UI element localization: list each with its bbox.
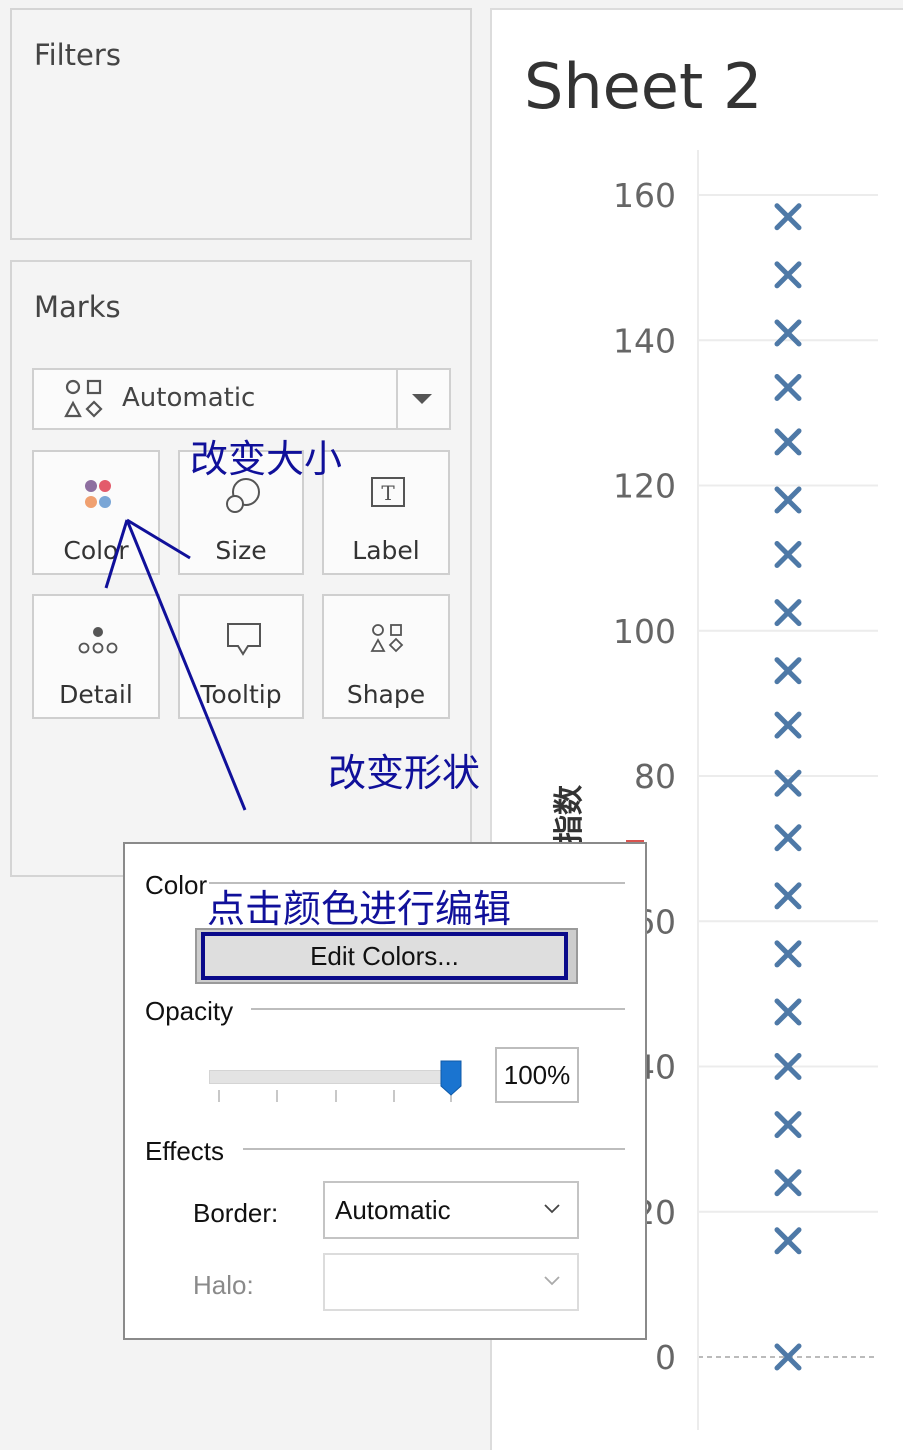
- data-point-x-mark[interactable]: [774, 882, 802, 910]
- slider-tick: [276, 1090, 278, 1102]
- filters-panel: Filters: [10, 8, 472, 240]
- data-point-x-mark[interactable]: [774, 998, 802, 1026]
- color-card-label: Color: [63, 536, 129, 565]
- data-point-x-mark[interactable]: [774, 428, 802, 456]
- y-tick-label: 160: [613, 176, 676, 215]
- detail-dots-icon: [78, 627, 118, 654]
- halo-select: [323, 1253, 579, 1311]
- color-card[interactable]: Color: [32, 450, 160, 575]
- shapes-icon: [64, 379, 103, 418]
- data-point-x-mark[interactable]: [774, 940, 802, 968]
- data-point-x-mark[interactable]: [774, 824, 802, 852]
- label-card-label: Label: [352, 536, 420, 565]
- color-section-label: Color: [145, 870, 208, 900]
- data-marks: [774, 203, 802, 1371]
- effects-divider: [243, 1148, 625, 1150]
- sheet-title: Sheet 2: [524, 50, 763, 123]
- halo-label: Halo:: [193, 1270, 254, 1300]
- chevron-down-icon: [544, 1204, 560, 1214]
- chevron-down-icon: [544, 1276, 560, 1286]
- y-tick-label: 80: [634, 757, 676, 796]
- edit-colors-button[interactable]: Edit Colors...: [195, 928, 578, 984]
- opacity-value-field[interactable]: 100%: [495, 1047, 579, 1103]
- data-point-x-mark[interactable]: [774, 261, 802, 289]
- tooltip-card-label: Tooltip: [200, 680, 282, 709]
- opacity-slider-track[interactable]: [209, 1070, 455, 1084]
- y-tick-label: 100: [613, 612, 676, 651]
- y-tick-label: 120: [613, 467, 676, 506]
- data-point-x-mark[interactable]: [774, 203, 802, 231]
- data-point-x-mark[interactable]: [774, 599, 802, 627]
- slider-tick: [393, 1090, 395, 1102]
- opacity-slider-thumb[interactable]: [440, 1060, 462, 1096]
- detail-card[interactable]: Detail: [32, 594, 160, 719]
- data-point-x-mark[interactable]: [774, 373, 802, 401]
- mark-type-value: Automatic: [122, 383, 256, 413]
- shapes-icon: [370, 624, 404, 653]
- data-point-x-mark[interactable]: [774, 1227, 802, 1255]
- tooltip-bubble-icon: [227, 623, 261, 656]
- shape-card[interactable]: Shape: [322, 594, 450, 719]
- data-point-x-mark[interactable]: [774, 486, 802, 514]
- data-point-x-mark[interactable]: [774, 1169, 802, 1197]
- border-label: Border:: [193, 1198, 279, 1228]
- shape-card-label: Shape: [346, 680, 426, 709]
- dropdown-separator: [396, 370, 398, 428]
- marks-title: Marks: [34, 290, 121, 324]
- opacity-divider: [251, 1008, 625, 1010]
- edit-colors-label: Edit Colors...: [201, 932, 568, 980]
- annotation-edit-color: 点击颜色进行编辑: [207, 887, 512, 931]
- data-point-x-mark[interactable]: [774, 657, 802, 685]
- detail-card-label: Detail: [59, 680, 133, 709]
- filters-title: Filters: [34, 38, 121, 72]
- border-select-value: Automatic: [335, 1195, 451, 1225]
- annotation-change-size: 改变大小: [190, 437, 343, 481]
- dropdown-arrow-icon[interactable]: [410, 392, 434, 406]
- slider-tick: [218, 1090, 220, 1102]
- svg-text:T: T: [381, 481, 395, 505]
- data-point-x-mark[interactable]: [774, 711, 802, 739]
- border-select[interactable]: Automatic: [323, 1181, 579, 1239]
- slider-tick: [335, 1090, 337, 1102]
- annotation-change-shape: 改变形状: [328, 751, 481, 795]
- data-point-x-mark[interactable]: [774, 540, 802, 568]
- y-tick-label: 140: [613, 321, 676, 360]
- size-card-label: Size: [215, 536, 267, 565]
- effects-section-label: Effects: [145, 1136, 225, 1166]
- opacity-section-label: Opacity: [145, 996, 234, 1026]
- data-point-x-mark[interactable]: [774, 1111, 802, 1139]
- color-dots-icon: [85, 480, 111, 508]
- tooltip-card[interactable]: Tooltip: [178, 594, 304, 719]
- y-tick-label: 0: [655, 1338, 676, 1377]
- mark-type-dropdown[interactable]: Automatic: [32, 368, 451, 430]
- label-t-icon: T: [371, 477, 405, 507]
